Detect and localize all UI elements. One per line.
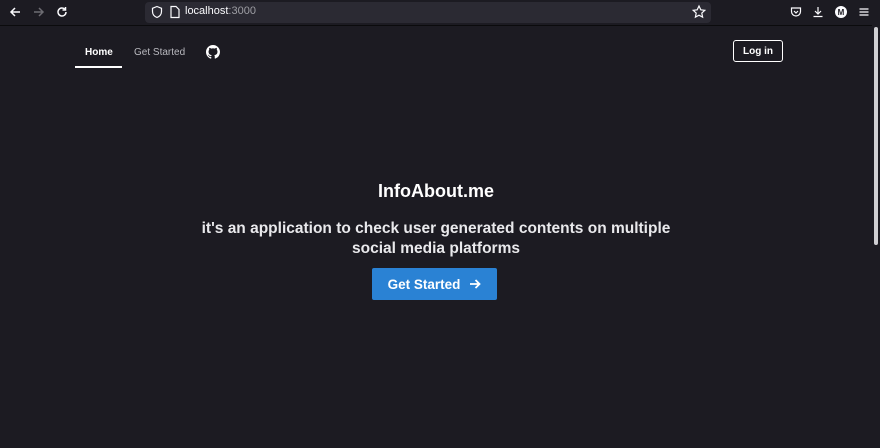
nav-tab-home[interactable]: Home bbox=[85, 47, 113, 58]
active-tab-indicator bbox=[75, 66, 122, 68]
site-navbar: Home Get Started Log in bbox=[75, 26, 787, 70]
arrow-right-icon bbox=[470, 279, 482, 289]
shield-icon[interactable] bbox=[150, 5, 164, 19]
bookmark-star-icon[interactable] bbox=[691, 4, 707, 20]
back-button[interactable] bbox=[6, 3, 24, 21]
forward-button[interactable] bbox=[30, 3, 48, 21]
scrollbar-thumb[interactable] bbox=[874, 27, 878, 245]
menu-button[interactable] bbox=[856, 4, 872, 20]
arrow-right-icon bbox=[34, 7, 45, 17]
hamburger-menu-icon bbox=[859, 8, 869, 16]
page-scrollbar[interactable] bbox=[872, 25, 880, 448]
download-icon bbox=[813, 7, 823, 18]
pocket-icon bbox=[790, 7, 802, 17]
nav-tab-get-started[interactable]: Get Started bbox=[134, 47, 185, 58]
url-text[interactable]: localhost:3000 bbox=[185, 5, 256, 17]
account-avatar-icon: M bbox=[835, 6, 847, 18]
get-started-label: Get Started bbox=[387, 276, 461, 292]
login-button[interactable]: Log in bbox=[733, 40, 783, 62]
browser-toolbar: localhost:3000 M bbox=[0, 0, 880, 26]
get-started-button[interactable]: Get Started bbox=[372, 268, 497, 300]
downloads-button[interactable] bbox=[810, 4, 826, 20]
hero-title: InfoAbout.me bbox=[378, 181, 494, 201]
account-button[interactable]: M bbox=[833, 4, 849, 20]
pocket-button[interactable] bbox=[788, 4, 804, 20]
reload-button[interactable] bbox=[53, 3, 71, 21]
reload-icon bbox=[57, 7, 67, 17]
arrow-left-icon bbox=[9, 7, 20, 17]
github-icon[interactable] bbox=[206, 45, 220, 59]
url-bar[interactable]: localhost:3000 bbox=[145, 2, 711, 23]
hero-subtitle: it's an application to check user genera… bbox=[201, 220, 671, 257]
page-icon bbox=[170, 5, 180, 19]
